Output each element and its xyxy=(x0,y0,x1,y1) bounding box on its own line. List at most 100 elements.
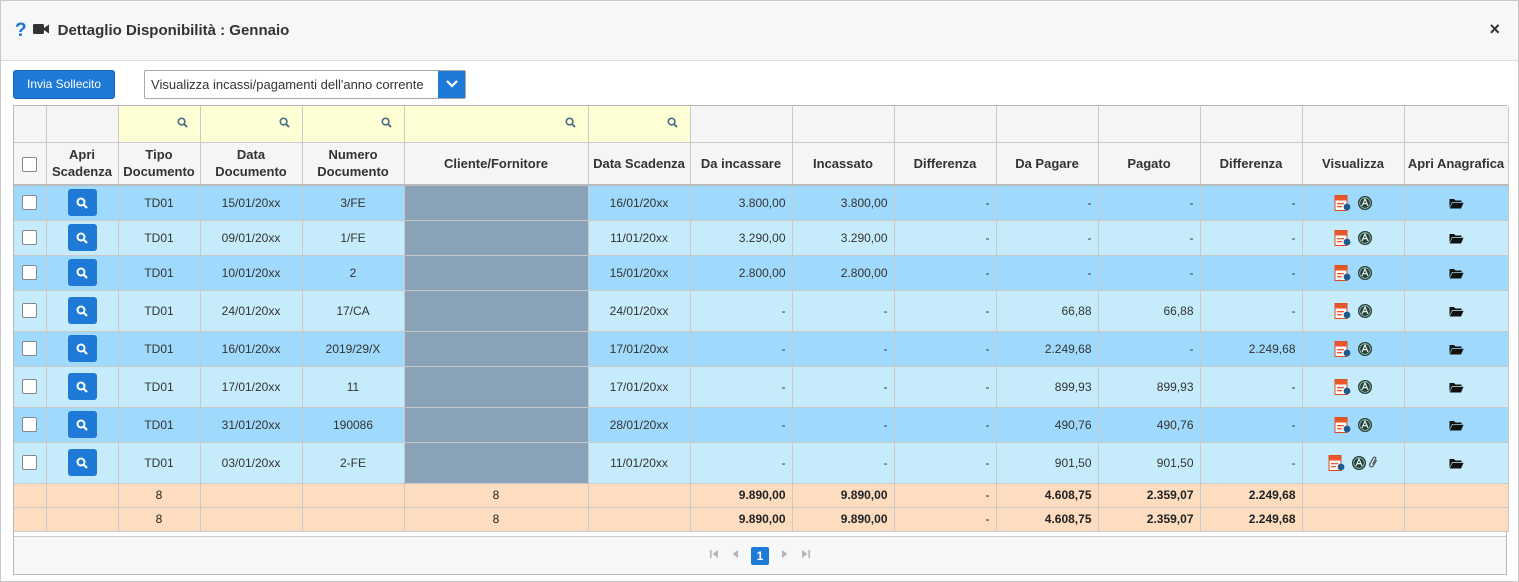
col-pagato[interactable]: Pagato xyxy=(1098,142,1201,186)
select-all-checkbox[interactable] xyxy=(22,156,38,172)
pdf-document-icon[interactable] xyxy=(1334,378,1351,395)
page-number-current[interactable]: 1 xyxy=(751,546,769,565)
col-da-incassare[interactable]: Da incassare xyxy=(690,142,793,186)
col-cliente-fornitore[interactable]: Cliente/Fornitore xyxy=(404,142,589,186)
chevron-down-icon[interactable] xyxy=(438,70,466,98)
row-select-cell[interactable] xyxy=(14,185,47,221)
row-select-cell[interactable] xyxy=(14,331,47,367)
search-icon[interactable] xyxy=(380,117,392,128)
pdf-document-icon[interactable] xyxy=(1334,229,1351,246)
agenzia-entrate-icon[interactable] xyxy=(1357,265,1373,281)
table-row[interactable]: TD01 17/01/20xx 11 17/01/20xx - - -899,93 899,9… xyxy=(14,366,1509,408)
table-row[interactable]: TD01 31/01/20xx 190086 28/01/20xx - - -490,76 4… xyxy=(14,407,1509,443)
numero-documento-cell: 2019/29/X xyxy=(302,331,405,367)
folder-open-icon[interactable] xyxy=(1449,344,1464,355)
row-select-cell[interactable] xyxy=(14,366,47,408)
open-deadline-button[interactable] xyxy=(67,189,97,217)
folder-open-icon[interactable] xyxy=(1449,268,1464,279)
table-row[interactable]: TD01 10/01/20xx 2 15/01/20xx 2.800,00 2.800,0… xyxy=(14,255,1509,291)
search-icon[interactable] xyxy=(278,117,290,128)
filter-data-scadenza[interactable] xyxy=(588,106,691,143)
folder-open-icon[interactable] xyxy=(1449,306,1464,317)
col-data-scadenza[interactable]: Data Scadenza xyxy=(588,142,691,186)
row-checkbox[interactable] xyxy=(22,230,38,246)
pdf-document-icon[interactable] xyxy=(1334,416,1351,433)
row-checkbox[interactable] xyxy=(22,417,38,433)
open-deadline-button[interactable] xyxy=(67,259,97,286)
row-select-cell[interactable] xyxy=(14,290,47,332)
folder-open-icon[interactable] xyxy=(1449,233,1464,244)
pdf-document-icon[interactable] xyxy=(1334,194,1351,211)
col-data-documento[interactable]: Data Documento xyxy=(200,142,303,186)
filter-numero-documento[interactable] xyxy=(302,106,405,143)
filter-tipo-documento[interactable] xyxy=(118,106,201,143)
data-scadenza-cell: 15/01/20xx xyxy=(588,255,691,291)
agenzia-entrate-icon[interactable] xyxy=(1357,195,1373,211)
table-row[interactable]: TD01 24/01/20xx 17/CA 24/01/20xx - - -66,88 66,… xyxy=(14,290,1509,332)
folder-open-icon[interactable] xyxy=(1449,420,1464,431)
row-checkbox[interactable] xyxy=(22,341,38,357)
pdf-document-icon[interactable] xyxy=(1334,340,1351,357)
pdf-document-icon[interactable] xyxy=(1334,302,1351,319)
col-apri-scadenza[interactable]: Apri Scadenza xyxy=(46,142,119,186)
first-page-icon[interactable] xyxy=(709,549,719,562)
agenzia-entrate-icon[interactable] xyxy=(1357,341,1373,357)
row-select-cell[interactable] xyxy=(14,220,47,256)
table-row[interactable]: TD01 09/01/20xx 1/FE 11/01/20xx 3.290,00 3.29… xyxy=(14,220,1509,256)
search-icon[interactable] xyxy=(176,117,188,128)
paperclip-icon[interactable] xyxy=(1369,456,1378,469)
row-checkbox[interactable] xyxy=(22,195,38,211)
agenzia-entrate-icon[interactable] xyxy=(1351,455,1367,471)
search-icon[interactable] xyxy=(666,117,678,128)
prev-page-icon[interactable] xyxy=(731,549,739,562)
open-registry-cell xyxy=(1404,185,1509,221)
send-reminder-button[interactable]: Invia Sollecito xyxy=(13,69,116,99)
filter-data-documento[interactable] xyxy=(200,106,303,143)
open-deadline-button[interactable] xyxy=(67,335,97,362)
search-icon[interactable] xyxy=(564,117,576,128)
row-checkbox[interactable] xyxy=(22,303,38,319)
differenza-pagamenti-cell: - xyxy=(1200,220,1303,256)
pdf-document-icon[interactable] xyxy=(1328,454,1345,471)
table-row[interactable]: TD01 16/01/20xx 2019/29/X 17/01/20xx - - -2.24… xyxy=(14,331,1509,367)
col-differenza-pagamenti[interactable]: Differenza xyxy=(1200,142,1303,186)
video-camera-icon[interactable] xyxy=(32,23,50,38)
close-icon[interactable]: × xyxy=(1489,19,1500,40)
col-visualizza[interactable]: Visualizza xyxy=(1302,142,1405,186)
col-differenza-incassi[interactable]: Differenza xyxy=(894,142,997,186)
last-page-icon[interactable] xyxy=(801,549,811,562)
col-tipo-documento[interactable]: Tipo Documento xyxy=(118,142,201,186)
row-checkbox[interactable] xyxy=(22,265,38,281)
totals-empty xyxy=(200,483,303,508)
open-deadline-button[interactable] xyxy=(67,411,97,438)
open-registry-cell xyxy=(1404,366,1509,408)
col-incassato[interactable]: Incassato xyxy=(792,142,895,186)
folder-open-icon[interactable] xyxy=(1449,382,1464,393)
row-select-cell[interactable] xyxy=(14,255,47,291)
col-da-pagare[interactable]: Da Pagare xyxy=(996,142,1099,186)
row-select-cell[interactable] xyxy=(14,442,47,484)
open-deadline-button[interactable] xyxy=(67,297,97,324)
help-icon[interactable]: ? xyxy=(15,20,27,42)
pdf-document-icon[interactable] xyxy=(1334,264,1351,281)
agenzia-entrate-icon[interactable] xyxy=(1357,379,1373,395)
col-numero-documento[interactable]: Numero Documento xyxy=(302,142,405,186)
row-select-cell[interactable] xyxy=(14,407,47,443)
filter-cliente-fornitore[interactable] xyxy=(404,106,589,143)
period-filter-select[interactable]: Visualizza incassi/pagamenti dell'anno c… xyxy=(144,69,467,99)
next-page-icon[interactable] xyxy=(781,549,789,562)
table-row[interactable]: TD01 15/01/20xx 3/FE 16/01/20xx 3.800,00 3.80… xyxy=(14,185,1509,221)
open-deadline-button[interactable] xyxy=(67,373,97,400)
agenzia-entrate-icon[interactable] xyxy=(1357,230,1373,246)
folder-open-icon[interactable] xyxy=(1449,458,1464,469)
row-checkbox[interactable] xyxy=(22,379,38,395)
select-all-header[interactable] xyxy=(14,142,47,186)
row-checkbox[interactable] xyxy=(22,455,38,471)
col-apri-anagrafica[interactable]: Apri Anagrafica xyxy=(1404,142,1509,186)
folder-open-icon[interactable] xyxy=(1449,198,1464,209)
open-deadline-button[interactable] xyxy=(67,224,97,251)
agenzia-entrate-icon[interactable] xyxy=(1357,303,1373,319)
table-row[interactable]: TD01 03/01/20xx 2-FE 11/01/20xx - - -901,50 901… xyxy=(14,442,1509,484)
agenzia-entrate-icon[interactable] xyxy=(1357,417,1373,433)
open-deadline-button[interactable] xyxy=(67,449,97,476)
